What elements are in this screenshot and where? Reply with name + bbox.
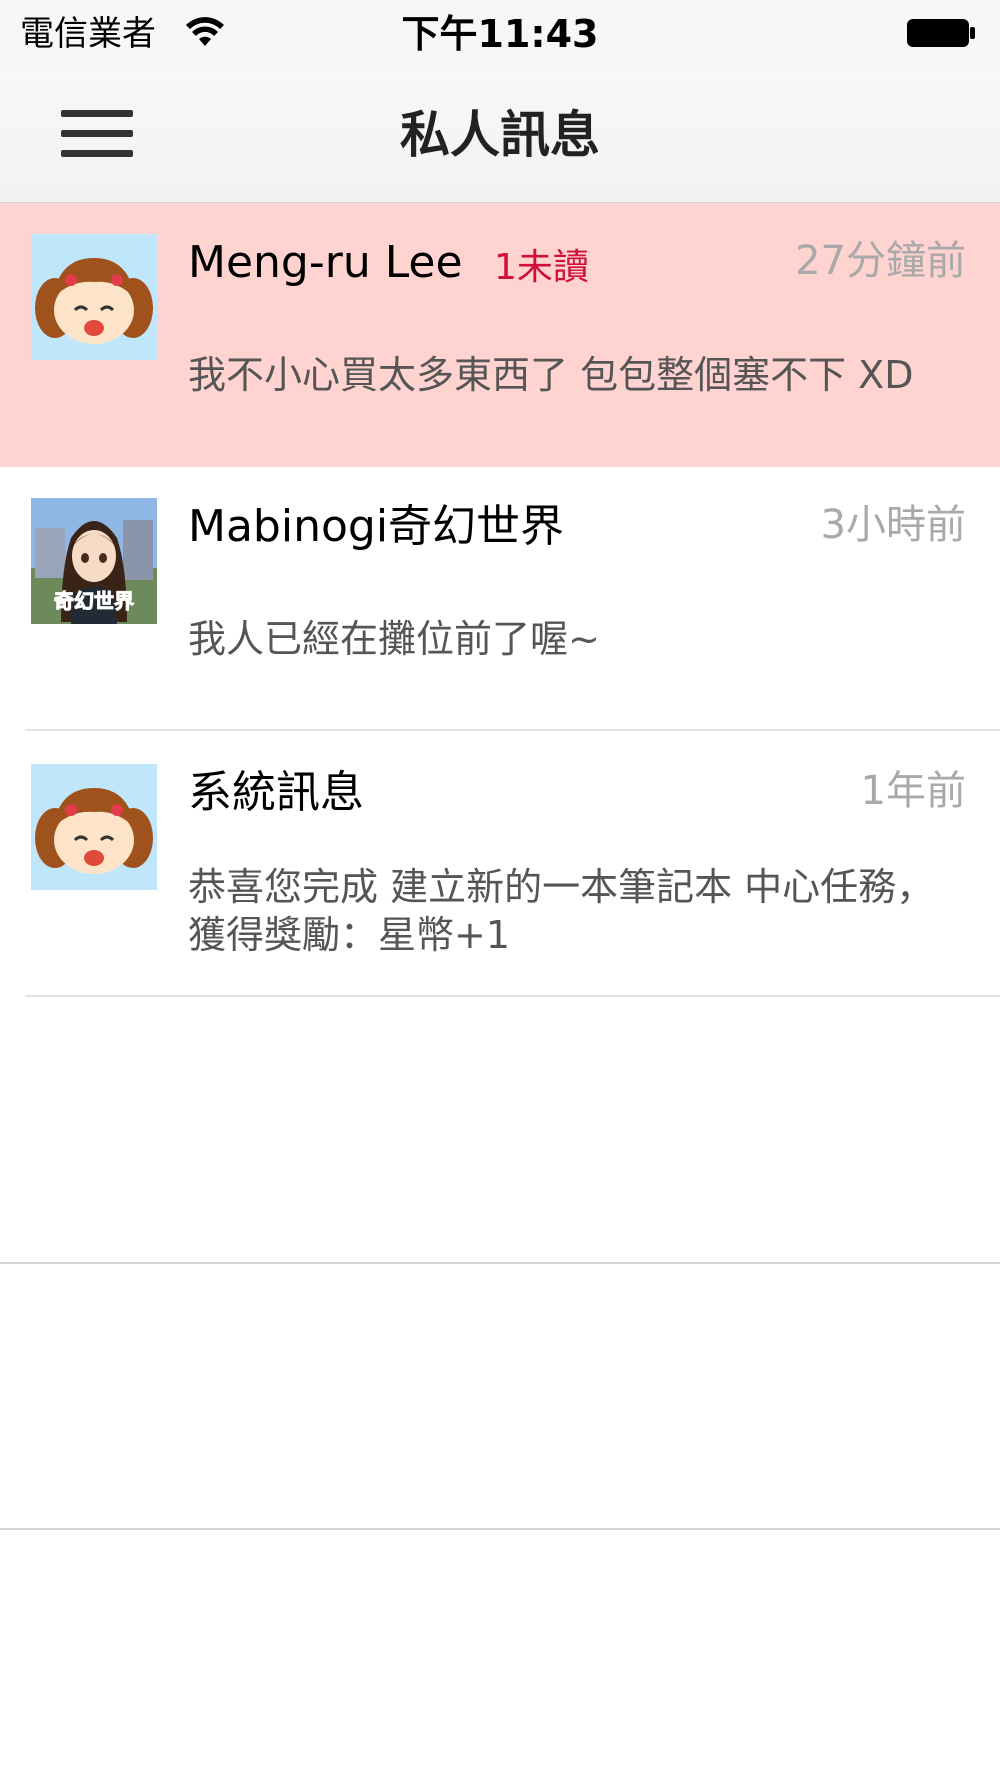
message-time: 1年前 xyxy=(860,768,966,814)
message-row[interactable]: Meng-ru Lee 1未讀 27分鐘前 我不小心買太多東西了 包包整個塞不下… xyxy=(0,203,1000,467)
anime-character-avatar-icon: 奇幻世界 xyxy=(31,498,157,624)
sender-name: Meng-ru Lee xyxy=(188,237,463,288)
cartoon-girl-avatar-icon xyxy=(31,764,157,890)
avatar: 奇幻世界 xyxy=(31,498,157,624)
navigation-bar: 私人訊息 xyxy=(0,68,1000,204)
battery-icon xyxy=(907,19,975,47)
avatar-logo-text: 奇幻世界 xyxy=(54,589,134,613)
message-time: 27分鐘前 xyxy=(795,238,966,284)
message-row[interactable]: 系統訊息 1年前 恭喜您完成 建立新的一本筆記本 中心任務，獲得獎勵：星幣+1 xyxy=(0,733,1000,997)
empty-row-divider xyxy=(0,1262,1000,1264)
row-divider xyxy=(25,995,1000,997)
sender-name: Mabinogi奇幻世界 xyxy=(188,501,565,552)
message-preview: 我不小心買太多東西了 包包整個塞不下 XD xyxy=(188,353,914,397)
status-time: 下午11:43 xyxy=(401,12,599,56)
sender-name: 系統訊息 xyxy=(188,767,364,818)
message-preview: 恭喜您完成 建立新的一本筆記本 中心任務，獲得獎勵：星幣+1 xyxy=(188,865,935,957)
message-row[interactable]: 奇幻世界 Mabinogi奇幻世界 3小時前 我人已經在攤位前了喔~ xyxy=(0,467,1000,731)
cartoon-girl-avatar-icon xyxy=(31,234,157,360)
status-bar: 電信業者 下午11:43 xyxy=(0,0,1000,68)
unread-badge: 1未讀 xyxy=(494,247,589,288)
message-time: 3小時前 xyxy=(820,502,966,548)
empty-row-divider xyxy=(0,1528,1000,1530)
row-divider xyxy=(25,729,1000,731)
page-title: 私人訊息 xyxy=(400,106,600,164)
message-preview: 我人已經在攤位前了喔~ xyxy=(188,617,600,661)
avatar xyxy=(31,234,157,360)
avatar xyxy=(31,764,157,890)
